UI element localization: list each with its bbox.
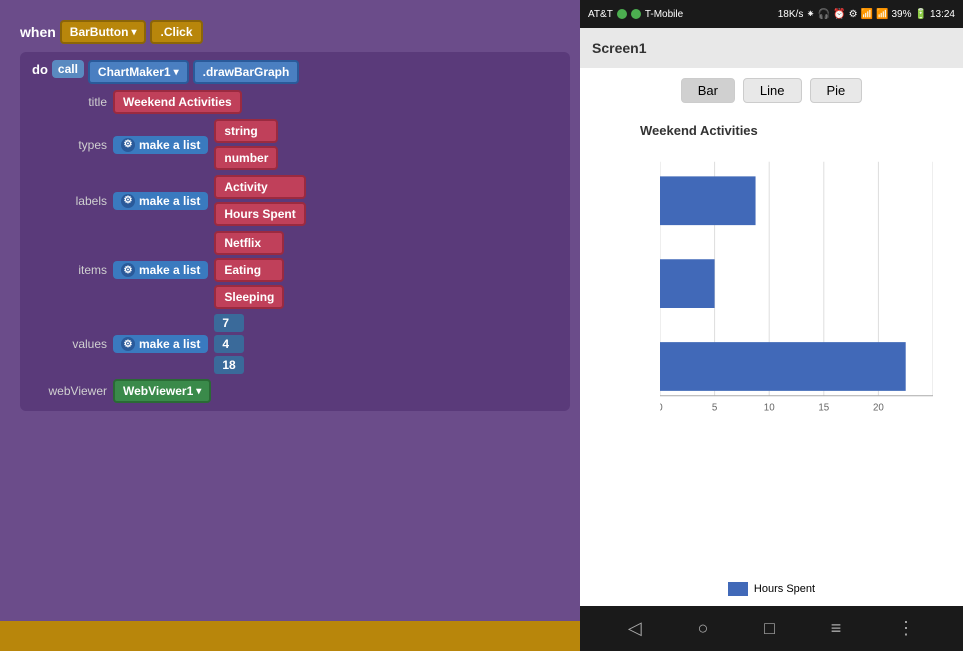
webviewer-pill[interactable]: WebViewer1: [113, 379, 211, 403]
values-list: 7 4 18: [214, 314, 243, 374]
pie-button[interactable]: Pie: [810, 78, 863, 103]
menu1-button[interactable]: ≡: [831, 618, 842, 639]
carrier-1: AT&T: [588, 9, 613, 20]
legend-label: Hours Spent: [754, 583, 815, 595]
item-netflix[interactable]: Netflix: [214, 231, 284, 255]
type-number[interactable]: number: [214, 146, 278, 170]
bar-button-pill[interactable]: BarButton: [60, 20, 147, 44]
param-values-label: values: [42, 337, 107, 351]
bar-eating: [660, 259, 715, 308]
param-items-label: items: [42, 263, 107, 277]
signal-dot-2: [631, 9, 641, 19]
items-make-list[interactable]: ⚙ make a list: [113, 261, 208, 279]
screen-title: Screen1: [592, 40, 646, 56]
param-labels-label: labels: [42, 194, 107, 208]
types-make-list[interactable]: ⚙ make a list: [113, 136, 208, 154]
battery-icon: 🔋: [915, 9, 927, 20]
carrier-2: T-Mobile: [645, 9, 683, 20]
item-sleeping[interactable]: Sleeping: [214, 285, 284, 309]
list-icon: ⚙: [121, 138, 135, 152]
param-webviewer-label: webViewer: [42, 384, 107, 398]
list-icon-4: ⚙: [121, 337, 135, 351]
values-make-list[interactable]: ⚙ make a list: [113, 335, 208, 353]
param-labels-row: labels ⚙ make a list Activity Hours Spen…: [42, 175, 558, 226]
list-icon-2: ⚙: [121, 194, 135, 208]
label-hours-spent[interactable]: Hours Spent: [214, 202, 305, 226]
headphone-icon: 🎧: [818, 9, 830, 20]
value-18[interactable]: 18: [214, 356, 243, 374]
recent-button[interactable]: □: [764, 618, 775, 639]
item-eating[interactable]: Eating: [214, 258, 284, 282]
label-activity[interactable]: Activity: [214, 175, 305, 199]
chart-area: Bar Line Pie Weekend Activities: [580, 68, 963, 606]
x-tick-15: 15: [818, 402, 829, 413]
items-list: Netflix Eating Sleeping: [214, 231, 284, 309]
home-button[interactable]: ○: [697, 618, 708, 639]
draw-bar-graph-pill[interactable]: .drawBarGraph: [193, 60, 300, 84]
bottom-bar: [0, 621, 580, 651]
do-keyword: do: [32, 60, 48, 77]
value-4[interactable]: 4: [214, 335, 243, 353]
phone-panel: AT&T T-Mobile 18K/s ⁕ 🎧 ⏰ ⚙ 📶 📶 39% 🔋 13…: [580, 0, 963, 651]
type-string[interactable]: string: [214, 119, 278, 143]
block-editor: when BarButton .Click do call ChartMaker…: [0, 0, 580, 651]
chart-maker-pill[interactable]: ChartMaker1: [88, 60, 189, 84]
x-tick-0: 0: [660, 402, 663, 413]
app-bar: Screen1: [580, 28, 963, 68]
when-row: when BarButton .Click: [20, 20, 570, 44]
chart-title: Weekend Activities: [640, 123, 933, 138]
clock: 13:24: [930, 9, 955, 20]
menu2-button[interactable]: ⋮: [897, 618, 915, 639]
param-items-row: items ⚙ make a list Netflix Eating Sleep…: [42, 231, 558, 309]
x-tick-10: 10: [764, 402, 775, 413]
alarm-icon: ⏰: [833, 9, 845, 20]
chart-container: Weekend Activities Netflix Eating Sleep: [590, 113, 953, 577]
bar-button[interactable]: Bar: [681, 78, 735, 103]
param-types-row: types ⚙ make a list string number: [42, 119, 558, 170]
value-7[interactable]: 7: [214, 314, 243, 332]
signal-dot-1: [617, 9, 627, 19]
labels-make-list[interactable]: ⚙ make a list: [113, 192, 208, 210]
call-row: do call ChartMaker1 .drawBarGraph: [32, 60, 558, 84]
click-pill[interactable]: .Click: [150, 20, 202, 44]
chart-buttons: Bar Line Pie: [590, 78, 953, 103]
status-bar: AT&T T-Mobile 18K/s ⁕ 🎧 ⏰ ⚙ 📶 📶 39% 🔋 13…: [580, 0, 963, 28]
bar-netflix: [660, 176, 756, 225]
settings-icon: ⚙: [849, 9, 858, 20]
param-title-label: title: [42, 95, 107, 109]
labels-list: Activity Hours Spent: [214, 175, 305, 226]
types-list: string number: [214, 119, 278, 170]
battery-pct: 39%: [892, 9, 912, 20]
chart-legend: Hours Spent: [590, 582, 953, 596]
x-tick-20: 20: [873, 402, 884, 413]
signal-icon: 📶: [876, 9, 888, 20]
status-left: AT&T T-Mobile: [588, 9, 683, 20]
nav-bar: ◁ ○ □ ≡ ⋮: [580, 606, 963, 651]
back-button[interactable]: ◁: [628, 618, 642, 639]
legend-color-box: [728, 582, 748, 596]
param-title-row: title Weekend Activities: [42, 90, 558, 114]
wifi-icon: 📶: [861, 9, 873, 20]
data-speed: 18K/s: [778, 9, 804, 20]
bar-sleeping: [660, 342, 906, 391]
param-values-row: values ⚙ make a list 7 4 18: [42, 314, 558, 374]
bar-chart-svg: Netflix Eating Sleeping 0 5 10 15 20: [660, 148, 933, 468]
param-webviewer-row: webViewer WebViewer1: [42, 379, 558, 403]
list-icon-3: ⚙: [121, 263, 135, 277]
bluetooth-icon: ⁕: [806, 9, 814, 20]
title-value-pill: Weekend Activities: [113, 90, 242, 114]
params-section: title Weekend Activities types ⚙ make a …: [42, 90, 558, 403]
when-keyword: when: [20, 24, 56, 40]
do-section: do call ChartMaker1 .drawBarGraph title …: [20, 52, 570, 411]
status-right: 18K/s ⁕ 🎧 ⏰ ⚙ 📶 📶 39% 🔋 13:24: [778, 9, 955, 20]
line-button[interactable]: Line: [743, 78, 802, 103]
call-keyword: call: [52, 60, 84, 78]
x-tick-5: 5: [712, 402, 718, 413]
param-types-label: types: [42, 138, 107, 152]
